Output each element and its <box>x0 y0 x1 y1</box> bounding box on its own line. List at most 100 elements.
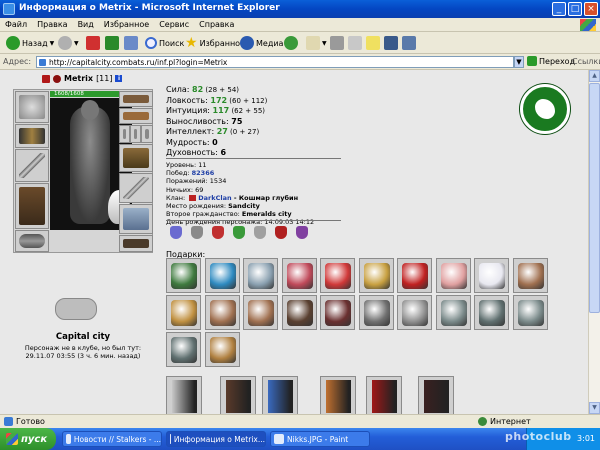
menu-tools[interactable]: Сервис <box>154 18 194 31</box>
search-button[interactable]: Поиск <box>145 35 184 51</box>
gift-item[interactable] <box>512 258 548 293</box>
refresh-button[interactable] <box>105 35 119 51</box>
task-label: Nikks.JPG - Paint <box>287 434 349 444</box>
bracers-icon <box>19 128 45 144</box>
gift-icon <box>171 337 197 363</box>
gift-item[interactable] <box>320 295 355 330</box>
gift-item[interactable] <box>166 258 201 293</box>
helmet-slot[interactable] <box>15 91 49 123</box>
gift-icon <box>517 263 544 289</box>
award-badge-icon[interactable] <box>233 226 245 239</box>
award-badge-icon[interactable] <box>212 226 224 239</box>
info-icon[interactable]: i <box>115 75 123 82</box>
links-button[interactable]: Ссылки <box>572 57 600 66</box>
gift-item[interactable] <box>166 295 201 330</box>
scroll-thumb[interactable] <box>589 83 600 313</box>
favorites-button[interactable]: ★ Избранное <box>185 35 245 51</box>
back-button[interactable]: Назад ▼ <box>6 35 54 51</box>
gift-item[interactable] <box>281 295 317 330</box>
stat-spirituality: Духовность: 6 <box>166 148 267 159</box>
research-button[interactable] <box>402 35 416 51</box>
gift-item[interactable] <box>512 295 548 330</box>
menu-edit[interactable]: Правка <box>32 18 72 31</box>
belt-slot[interactable] <box>15 230 49 252</box>
ring-slot-3[interactable] <box>141 125 153 143</box>
mail-button[interactable]: ▼ <box>306 35 327 51</box>
discuss-button[interactable] <box>366 35 380 51</box>
gift-item[interactable] <box>358 295 394 330</box>
close-button[interactable]: × <box>584 2 598 16</box>
legs-slot[interactable] <box>119 204 153 234</box>
history-button[interactable] <box>284 35 298 51</box>
info-label: Уровень: <box>166 161 199 169</box>
gift-item[interactable] <box>397 258 432 293</box>
media-button[interactable]: Медиа <box>240 35 283 51</box>
task-stalkers[interactable]: Новости // Stalkers - ... <box>62 431 162 447</box>
maximize-button[interactable]: □ <box>568 2 582 16</box>
gift-item[interactable] <box>474 295 509 330</box>
boots-slot[interactable] <box>119 235 153 252</box>
armor-slot[interactable] <box>15 183 49 229</box>
print-button[interactable] <box>330 35 344 51</box>
gloves-slot[interactable] <box>119 144 153 172</box>
gift-item[interactable] <box>243 295 278 330</box>
clan-link[interactable]: DarkClan <box>198 194 231 202</box>
award-badge-icon[interactable] <box>275 226 287 239</box>
ring-icon <box>123 129 126 139</box>
gift-item[interactable] <box>166 332 201 367</box>
ring-slot-2[interactable] <box>130 125 141 143</box>
task-label: Новости // Stalkers - ... <box>73 434 161 444</box>
task-paint[interactable]: Nikks.JPG - Paint <box>270 431 370 447</box>
gift-item[interactable] <box>320 258 355 293</box>
award-badge-icon[interactable] <box>296 226 308 239</box>
gift-item[interactable] <box>397 295 432 330</box>
edit-button[interactable] <box>348 35 362 51</box>
menu-help[interactable]: Справка <box>194 18 239 31</box>
amulet-slot[interactable] <box>119 108 153 124</box>
start-button[interactable]: пуск <box>0 428 56 450</box>
weapon-slot[interactable] <box>15 149 49 182</box>
scroll-down-icon[interactable]: ▼ <box>589 402 600 414</box>
vertical-scrollbar[interactable]: ▲ ▼ <box>588 70 600 414</box>
menu-file[interactable]: Файл <box>0 18 32 31</box>
book-item[interactable] <box>366 376 402 414</box>
menu-view[interactable]: Вид <box>73 18 99 31</box>
address-input[interactable]: http://capitalcity.combats.ru/inf.pl?log… <box>36 56 514 68</box>
forward-button[interactable]: ▼ <box>58 35 79 51</box>
gift-item[interactable] <box>358 258 394 293</box>
scroll-up-icon[interactable]: ▲ <box>589 70 600 82</box>
messenger-button[interactable] <box>384 35 398 51</box>
media-icon <box>240 36 254 50</box>
gift-item[interactable] <box>204 332 240 367</box>
gift-item[interactable] <box>281 258 317 293</box>
gift-item[interactable] <box>435 295 471 330</box>
award-badge-icon[interactable] <box>170 226 182 239</box>
gift-item[interactable] <box>243 258 278 293</box>
offhand-slot[interactable] <box>119 173 153 203</box>
bracers-slot[interactable] <box>15 124 49 148</box>
book-item[interactable] <box>320 376 356 414</box>
menu-favorites[interactable]: Избранное <box>99 18 154 31</box>
go-button[interactable]: Переход <box>527 56 575 66</box>
book-item[interactable] <box>262 376 298 414</box>
award-badge-icon[interactable] <box>191 226 203 239</box>
book-item[interactable] <box>166 376 202 414</box>
gift-item[interactable] <box>204 295 240 330</box>
minimize-button[interactable]: _ <box>552 2 566 16</box>
book-item[interactable] <box>220 376 256 414</box>
gift-item[interactable] <box>204 258 240 293</box>
gift-item[interactable] <box>435 258 471 293</box>
ring-slot-1[interactable] <box>119 125 130 143</box>
home-button[interactable] <box>124 35 138 51</box>
book-item[interactable] <box>418 376 454 414</box>
armor-icon <box>19 187 45 225</box>
clan-icon <box>53 74 61 83</box>
task-metrix[interactable]: Информация о Metrix... <box>166 431 266 447</box>
character-name[interactable]: Metrix <box>64 74 93 83</box>
earrings-slot[interactable] <box>119 91 153 107</box>
gift-item[interactable] <box>474 258 509 293</box>
address-dropdown-icon[interactable]: ▼ <box>514 56 524 68</box>
stop-button[interactable] <box>86 35 100 51</box>
award-badge-icon[interactable] <box>254 226 266 239</box>
gift-icon <box>171 300 197 326</box>
